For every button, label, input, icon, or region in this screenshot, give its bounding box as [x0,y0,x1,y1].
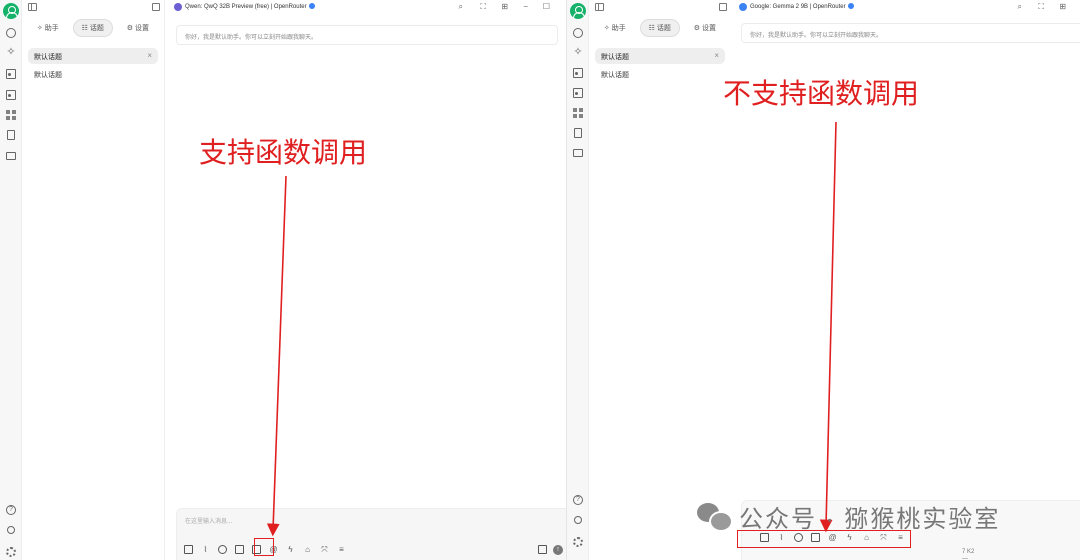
fullscreen-icon[interactable]: ⛶ [480,2,486,12]
edit-icon[interactable] [184,545,193,554]
gear-icon: ⚙ [693,25,701,32]
network-globe-icon [308,3,315,9]
toggle-sidebar-icon[interactable] [28,3,37,11]
right-sidebar: ✧ 助手 ☷ 话题 ⚙ 设置 默认话题 × 默认话题 [589,0,732,560]
image-edit-icon[interactable] [6,90,16,100]
left-chat-main: Qwen: QwQ 32B Preview (free) | OpenRoute… [165,0,566,560]
paperclip-icon[interactable]: ⌇ [201,545,210,554]
grid-view-icon[interactable]: ⊞ [501,2,508,11]
function-call-highlight-box [254,538,274,556]
help-icon[interactable]: ? [6,505,16,515]
image-edit-icon[interactable] [573,88,583,98]
tab-assistant[interactable]: ✧ 助手 [596,20,634,36]
gear-icon: ⚙ [126,25,134,32]
apps-grid-icon[interactable] [6,110,16,120]
network-globe-icon [847,3,854,9]
right-nav-rail: ✧ ? [567,0,589,560]
left-nav-rail: ✧ ? [0,0,22,560]
wechat-logo-icon [697,501,733,532]
image-icon[interactable] [573,68,583,78]
menu-icon[interactable]: ≡ [337,545,346,554]
user-avatar[interactable] [570,3,586,19]
topic-item[interactable]: 默认话题 [22,64,164,86]
list-icon: ☷ [81,25,88,32]
watermark: 公众号 · 猕猴桃实验室 [697,496,1000,536]
left-sidebar: ✧ 助手 ☷ 话题 ⚙ 设置 默认话题 × 默认话题 [22,0,165,560]
fullscreen-icon[interactable]: ⛶ [1038,2,1044,12]
partial-text: — [962,556,968,560]
maximize-icon[interactable]: ☐ [543,2,550,11]
topic-item[interactable]: 默认话题 [589,64,731,86]
list-icon: ☷ [648,25,655,32]
broom-icon[interactable]: ⌂ [303,545,312,554]
new-topic-icon[interactable] [152,3,160,11]
sparkle-icon[interactable]: ✧ [6,47,16,58]
left-title-bar: Qwen: QwQ 32B Preview (free) | OpenRoute… [165,0,566,14]
search-icon[interactable]: ⌕ [1018,2,1022,12]
welcome-message: 你好，我是默认助手。你可以立刻开始跟我聊天。 [176,25,558,45]
document-icon[interactable] [7,130,15,140]
tab-settings[interactable]: ⚙ 设置 [119,20,157,36]
model-title[interactable]: Google: Gemma 2 9B | OpenRouter [750,3,854,10]
user-avatar[interactable] [3,3,19,19]
tab-topics[interactable]: ☷ 话题 [639,19,680,37]
sidebar-tabs: ✧ 助手 ☷ 话题 ⚙ 设置 [22,14,164,42]
left-app-window: ✧ ? ✧ 助手 ☷ 话题 ⚙ 设置 默认话题 × 默认话题 Qwen: QwQ 32… [0,0,566,560]
model-provider-icon [174,3,182,11]
send-button[interactable]: ↑ [553,545,563,555]
topic-item-active[interactable]: 默认话题 × [28,48,158,64]
welcome-message: 你好，我是默认助手。你可以立刻开始跟我聊天。 [741,23,1080,43]
message-input[interactable]: 在这里输入消息... [185,516,232,525]
theme-sun-icon[interactable] [574,516,582,524]
topic-item-active[interactable]: 默认话题 × [595,48,725,64]
settings-gear-icon[interactable] [573,537,583,547]
folder-icon[interactable] [6,152,16,160]
chat-icon[interactable] [573,28,583,38]
close-icon[interactable]: × [714,51,719,60]
document-icon[interactable] [574,128,582,138]
toggle-sidebar-icon[interactable] [595,3,604,11]
sparkle-icon: ✧ [603,25,610,32]
sparkle-icon: ✧ [36,25,43,32]
sidebar-tabs: ✧ 助手 ☷ 话题 ⚙ 设置 [589,14,731,42]
annotation-no-function-calling: 不支持函数调用 [723,77,920,110]
right-title-bar: Google: Gemma 2 9B | OpenRouter ⌕ ⛶ ⊞ [730,0,1080,14]
folder-icon[interactable] [573,149,583,157]
knowledge-icon[interactable] [235,545,244,554]
image-upload-icon[interactable] [538,545,547,554]
close-icon[interactable]: × [147,51,152,60]
new-topic-icon[interactable] [719,3,727,11]
globe-icon[interactable] [218,545,227,554]
tab-settings[interactable]: ⚙ 设置 [686,20,724,36]
search-icon[interactable]: ⌕ [459,2,463,12]
theme-sun-icon[interactable] [7,526,15,534]
settings-gear-icon[interactable] [6,547,16,557]
sparkle-icon[interactable]: ✧ [573,47,583,58]
minimize-icon[interactable]: − [523,2,528,11]
apps-grid-icon[interactable] [573,108,583,118]
model-title[interactable]: Qwen: QwQ 32B Preview (free) | OpenRoute… [185,3,315,10]
expand-icon[interactable]: ⤧ [320,545,329,554]
grid-view-icon[interactable]: ⊞ [1059,2,1066,11]
annotation-supports-function-calling: 支持函数调用 [199,136,368,169]
chat-icon[interactable] [6,28,16,38]
message-composer: 在这里输入消息... ⌇ @ ϟ ⌂ ⤧ ≡ ↑ [176,508,566,560]
lightning-icon[interactable]: ϟ [286,545,295,554]
help-icon[interactable]: ? [573,495,583,505]
partial-text: 7 K2 [962,549,975,555]
tab-assistant[interactable]: ✧ 助手 [29,20,67,36]
tab-topics[interactable]: ☷ 话题 [72,19,113,37]
model-provider-icon [739,3,747,11]
image-icon[interactable] [6,69,16,79]
